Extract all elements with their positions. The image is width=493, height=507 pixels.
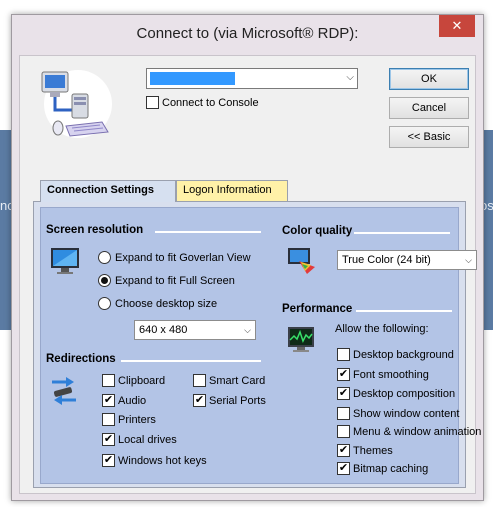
checkbox-label: Show window content xyxy=(353,407,460,420)
checkbox-box[interactable]: ✔ xyxy=(193,394,206,407)
window-title: Connect to (via Microsoft® RDP): xyxy=(136,25,359,42)
chevron-down-icon[interactable]: ⌵ xyxy=(346,72,354,83)
radio-label: Choose desktop size xyxy=(115,297,218,310)
dialog-client-area: redacted-hostname ⌵ Connect to Console O… xyxy=(19,55,481,494)
close-button[interactable]: ✕ xyxy=(439,15,475,37)
checkbox-box[interactable] xyxy=(146,96,159,109)
performance-title: Performance xyxy=(282,303,353,315)
host-combobox[interactable]: redacted-hostname ⌵ xyxy=(146,68,358,89)
divider xyxy=(155,231,261,233)
windows-hot-keys-checkbox[interactable]: ✔ Windows hot keys xyxy=(102,454,207,467)
checkbox-box[interactable]: ✔ xyxy=(337,462,350,475)
checkbox-box[interactable] xyxy=(337,425,350,438)
checkbox-label: Menu & window animation xyxy=(353,425,482,438)
checkbox-box[interactable]: ✔ xyxy=(337,387,350,400)
desktop-background-checkbox[interactable]: Desktop background xyxy=(337,348,454,361)
radio-expand-goverlan-view[interactable]: Expand to fit Goverlan View xyxy=(98,251,251,264)
smart-card-checkbox[interactable]: Smart Card xyxy=(193,374,265,387)
checkbox-label: Desktop background xyxy=(353,348,454,361)
monitor-icon xyxy=(50,247,80,278)
themes-checkbox[interactable]: ✔ Themes xyxy=(337,444,393,457)
radio-choose-desktop-size[interactable]: Choose desktop size xyxy=(98,297,217,310)
checkbox-label: Themes xyxy=(353,444,393,457)
host-value: redacted-hostname xyxy=(150,72,235,85)
audio-checkbox[interactable]: ✔ Audio xyxy=(102,394,146,407)
radio-button[interactable] xyxy=(98,297,111,310)
tab-connection-settings[interactable]: Connection Settings xyxy=(40,180,176,202)
radio-label: Expand to fit Goverlan View xyxy=(115,251,251,264)
divider xyxy=(356,310,452,312)
bitmap-caching-checkbox[interactable]: ✔ Bitmap caching xyxy=(337,462,428,475)
desktop-size-value: 640 x 480 xyxy=(139,324,188,336)
basic-button[interactable]: << Basic xyxy=(389,126,469,148)
cancel-button[interactable]: Cancel xyxy=(389,97,469,119)
rdp-connect-dialog: Connect to (via Microsoft® RDP): ✕ redac… xyxy=(11,14,484,501)
checkbox-label: Windows hot keys xyxy=(118,454,207,467)
title-bar[interactable]: Connect to (via Microsoft® RDP): ✕ xyxy=(12,15,483,55)
printers-checkbox[interactable]: Printers xyxy=(102,413,156,426)
checkbox-box[interactable] xyxy=(337,348,350,361)
checkbox-label: Smart Card xyxy=(209,374,266,387)
connection-settings-panel: Screen resolution Expand to fit Goverlan… xyxy=(33,201,481,488)
menu-window-animation-checkbox[interactable]: Menu & window animation xyxy=(337,425,481,438)
screen-resolution-title: Screen resolution xyxy=(46,224,144,236)
chevron-down-icon[interactable]: ⌵ xyxy=(465,251,472,269)
color-quality-select[interactable]: True Color (24 bit) ⌵ xyxy=(337,250,477,270)
color-palette-icon xyxy=(287,247,317,278)
checkbox-box[interactable]: ✔ xyxy=(102,433,115,446)
checkbox-box[interactable]: ✔ xyxy=(102,454,115,467)
show-window-content-checkbox[interactable]: Show window content xyxy=(337,407,459,420)
checkbox-label: Clipboard xyxy=(118,374,166,387)
checkbox-label: Desktop composition xyxy=(353,387,456,400)
ok-button[interactable]: OK xyxy=(389,68,469,90)
radio-selected-dot xyxy=(101,277,108,284)
local-drives-checkbox[interactable]: ✔ Local drives xyxy=(102,433,177,446)
color-quality-value: True Color (24 bit) xyxy=(342,254,431,266)
computer-network-icon xyxy=(36,66,116,142)
divider xyxy=(354,232,450,234)
checkbox-label: Font smoothing xyxy=(353,368,429,381)
desktop-composition-checkbox[interactable]: ✔ Desktop composition xyxy=(337,387,455,400)
connect-to-console-label: Connect to Console xyxy=(162,96,259,109)
connect-to-console-checkbox[interactable]: Connect to Console xyxy=(146,96,259,109)
redirect-arrows-icon xyxy=(48,376,80,409)
checkbox-label: Printers xyxy=(118,413,156,426)
checkbox-box[interactable] xyxy=(102,374,115,387)
radio-button[interactable] xyxy=(98,274,111,287)
checkbox-box[interactable]: ✔ xyxy=(337,444,350,457)
checkbox-label: Bitmap caching xyxy=(353,462,429,475)
checkbox-box[interactable] xyxy=(102,413,115,426)
clipboard-checkbox[interactable]: Clipboard xyxy=(102,374,165,387)
color-quality-title: Color quality xyxy=(282,225,353,237)
divider xyxy=(121,360,261,362)
checkbox-box[interactable] xyxy=(337,407,350,420)
chevron-down-icon[interactable]: ⌵ xyxy=(244,321,251,339)
allow-following-label: Allow the following: xyxy=(335,323,429,335)
radio-expand-full-screen[interactable]: Expand to fit Full Screen xyxy=(98,274,235,287)
redirections-title: Redirections xyxy=(46,353,116,365)
radio-button[interactable] xyxy=(98,251,111,264)
font-smoothing-checkbox[interactable]: ✔ Font smoothing xyxy=(337,368,429,381)
checkbox-label: Serial Ports xyxy=(209,394,266,407)
desktop-size-select[interactable]: 640 x 480 ⌵ xyxy=(134,320,256,340)
tab-logon-information[interactable]: Logon Information xyxy=(176,180,288,201)
checkbox-box[interactable] xyxy=(193,374,206,387)
settings-group: Screen resolution Expand to fit Goverlan… xyxy=(40,207,481,484)
checkbox-label: Audio xyxy=(118,394,147,407)
checkbox-box[interactable]: ✔ xyxy=(337,368,350,381)
checkbox-label: Local drives xyxy=(118,433,177,446)
checkbox-box[interactable]: ✔ xyxy=(102,394,115,407)
serial-ports-checkbox[interactable]: ✔ Serial Ports xyxy=(193,394,266,407)
radio-label: Expand to fit Full Screen xyxy=(115,274,235,287)
performance-monitor-icon xyxy=(287,326,315,357)
